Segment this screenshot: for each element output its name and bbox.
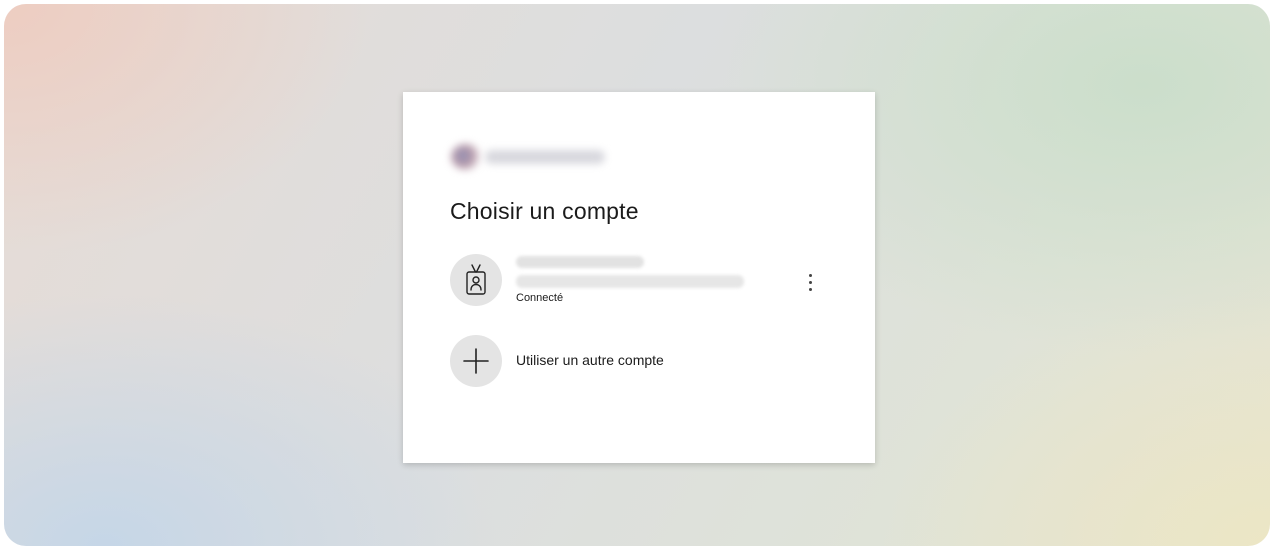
plus-icon bbox=[450, 335, 502, 387]
account-picker-card: Choisir un compte Connecté Utiliser un a… bbox=[403, 92, 875, 463]
logo-wordmark-redacted bbox=[485, 150, 605, 164]
more-vertical-icon[interactable] bbox=[799, 268, 821, 298]
page-title: Choisir un compte bbox=[450, 198, 639, 224]
use-another-account-button[interactable]: Utiliser un autre compte bbox=[448, 333, 833, 389]
account-email-redacted bbox=[516, 275, 744, 288]
organization-logo bbox=[447, 138, 615, 174]
badge-person-icon bbox=[450, 254, 502, 306]
logo-mark bbox=[451, 144, 481, 170]
background-frame: Choisir un compte Connecté Utiliser un a… bbox=[4, 4, 1270, 546]
account-status: Connecté bbox=[516, 292, 564, 304]
account-tile[interactable]: Connecté bbox=[448, 252, 833, 310]
account-name-redacted bbox=[516, 256, 644, 268]
use-another-account-label: Utiliser un autre compte bbox=[516, 352, 664, 368]
